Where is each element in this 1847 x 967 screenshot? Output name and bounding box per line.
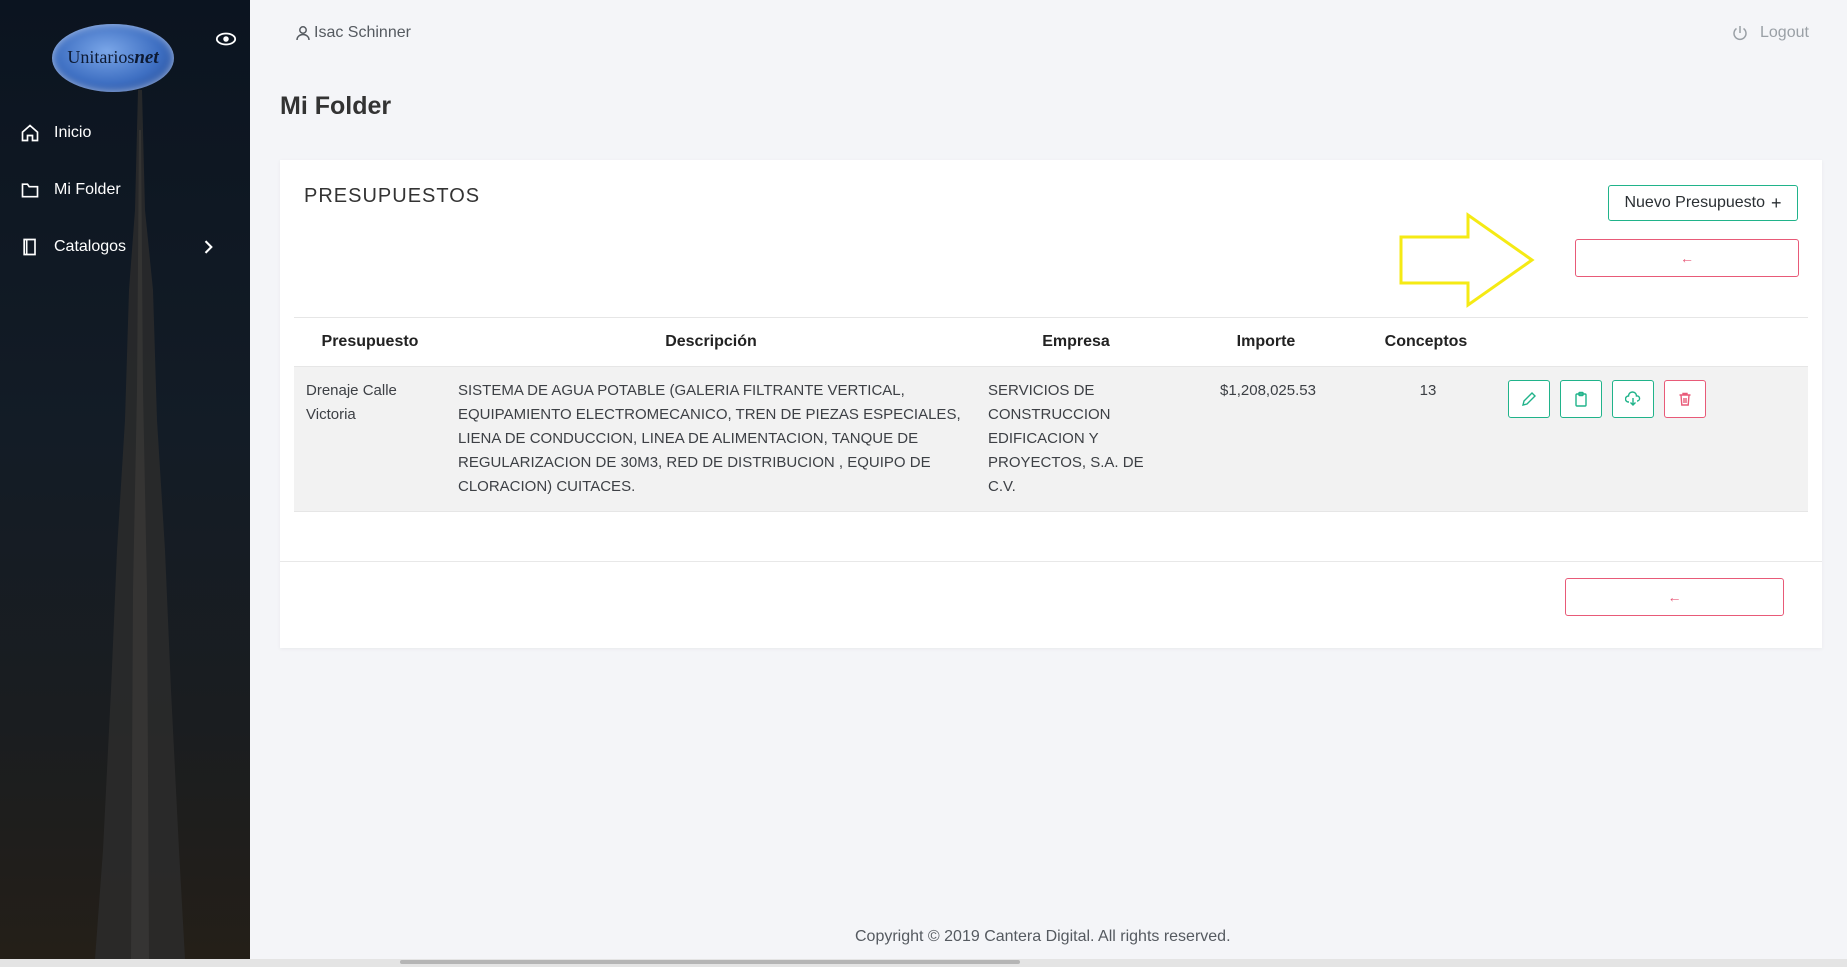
- logout-button[interactable]: Logout: [1732, 24, 1809, 42]
- table-header-row: Presupuesto Descripción Empresa Importe …: [294, 317, 1808, 367]
- new-budget-label: Nuevo Presupuesto: [1624, 194, 1765, 211]
- card-title: PRESUPUESTOS: [304, 185, 481, 207]
- page-title: Mi Folder: [280, 92, 392, 120]
- user-name: Isac Schinner: [314, 24, 411, 41]
- sidebar-nav: Inicio Mi Folder Catalogos: [0, 104, 250, 275]
- sidebar-item-label: Catalogos: [54, 237, 127, 255]
- column-header-conceptos[interactable]: Conceptos: [1356, 317, 1496, 367]
- folder-icon: [21, 182, 39, 197]
- edit-button[interactable]: [1508, 380, 1550, 418]
- arrow-left-icon: ←: [1680, 250, 1694, 266]
- delete-button[interactable]: [1664, 380, 1706, 418]
- sidebar-item-label: Inicio: [54, 123, 92, 141]
- row-actions: [1508, 379, 1800, 418]
- chevron-right-icon: [204, 240, 213, 254]
- app-logo[interactable]: Unitariosnet: [52, 24, 174, 92]
- table-row: Drenaje Calle Victoria SISTEMA DE AGUA P…: [294, 366, 1808, 512]
- annotation-arrow-icon: [1399, 212, 1535, 308]
- book-icon: [23, 238, 36, 255]
- new-budget-button[interactable]: Nuevo Presupuesto +: [1608, 185, 1798, 221]
- back-button-bottom[interactable]: ←: [1565, 578, 1784, 616]
- sidebar-item-catalogos[interactable]: Catalogos: [0, 218, 250, 275]
- cell-descripcion: SISTEMA DE AGUA POTABLE (GALERIA FILTRAN…: [446, 366, 976, 512]
- presupuestos-card: PRESUPUESTOS Nuevo Presupuesto + ← Presu…: [280, 160, 1822, 648]
- horizontal-scrollbar[interactable]: [0, 959, 1847, 967]
- user-menu[interactable]: Isac Schinner: [296, 24, 411, 42]
- home-icon: [21, 123, 39, 141]
- sidebar: Unitariosnet Inicio Mi Folder Catalogos: [0, 0, 250, 959]
- plus-icon: +: [1771, 192, 1782, 213]
- sidebar-item-inicio[interactable]: Inicio: [0, 104, 250, 161]
- column-header-importe[interactable]: Importe: [1176, 317, 1356, 367]
- copy-button[interactable]: [1560, 380, 1602, 418]
- cell-presupuesto: Drenaje Calle Victoria: [294, 366, 446, 512]
- scrollbar-thumb[interactable]: [400, 960, 1020, 964]
- power-icon: [1733, 26, 1747, 41]
- column-header-actions: [1496, 317, 1808, 367]
- column-header-descripcion[interactable]: Descripción: [446, 317, 976, 367]
- cloud-download-icon: [1625, 391, 1641, 406]
- arrow-left-icon: ←: [1667, 589, 1682, 605]
- sidebar-item-mi-folder[interactable]: Mi Folder: [0, 161, 250, 218]
- logout-label: Logout: [1760, 24, 1809, 41]
- pencil-icon: [1522, 392, 1536, 406]
- cell-empresa: SERVICIOS DE CONSTRUCCION EDIFICACION Y …: [976, 366, 1176, 512]
- back-button-top[interactable]: ←: [1575, 239, 1799, 277]
- footer-copyright: Copyright © 2019 Cantera Digital. All ri…: [855, 928, 1231, 945]
- budgets-table: Presupuesto Descripción Empresa Importe …: [294, 317, 1808, 512]
- cell-importe: $1,208,025.53: [1176, 366, 1356, 512]
- eye-icon[interactable]: [215, 30, 237, 48]
- card-divider: [280, 561, 1822, 562]
- download-button[interactable]: [1612, 380, 1654, 418]
- clipboard-icon: [1575, 391, 1587, 407]
- trash-icon: [1679, 392, 1691, 406]
- column-header-empresa[interactable]: Empresa: [976, 317, 1176, 367]
- user-icon: [296, 26, 310, 41]
- cell-actions: [1496, 366, 1808, 512]
- sidebar-item-label: Mi Folder: [54, 180, 121, 198]
- column-header-presupuesto[interactable]: Presupuesto: [294, 317, 446, 367]
- cell-conceptos: 13: [1356, 366, 1496, 512]
